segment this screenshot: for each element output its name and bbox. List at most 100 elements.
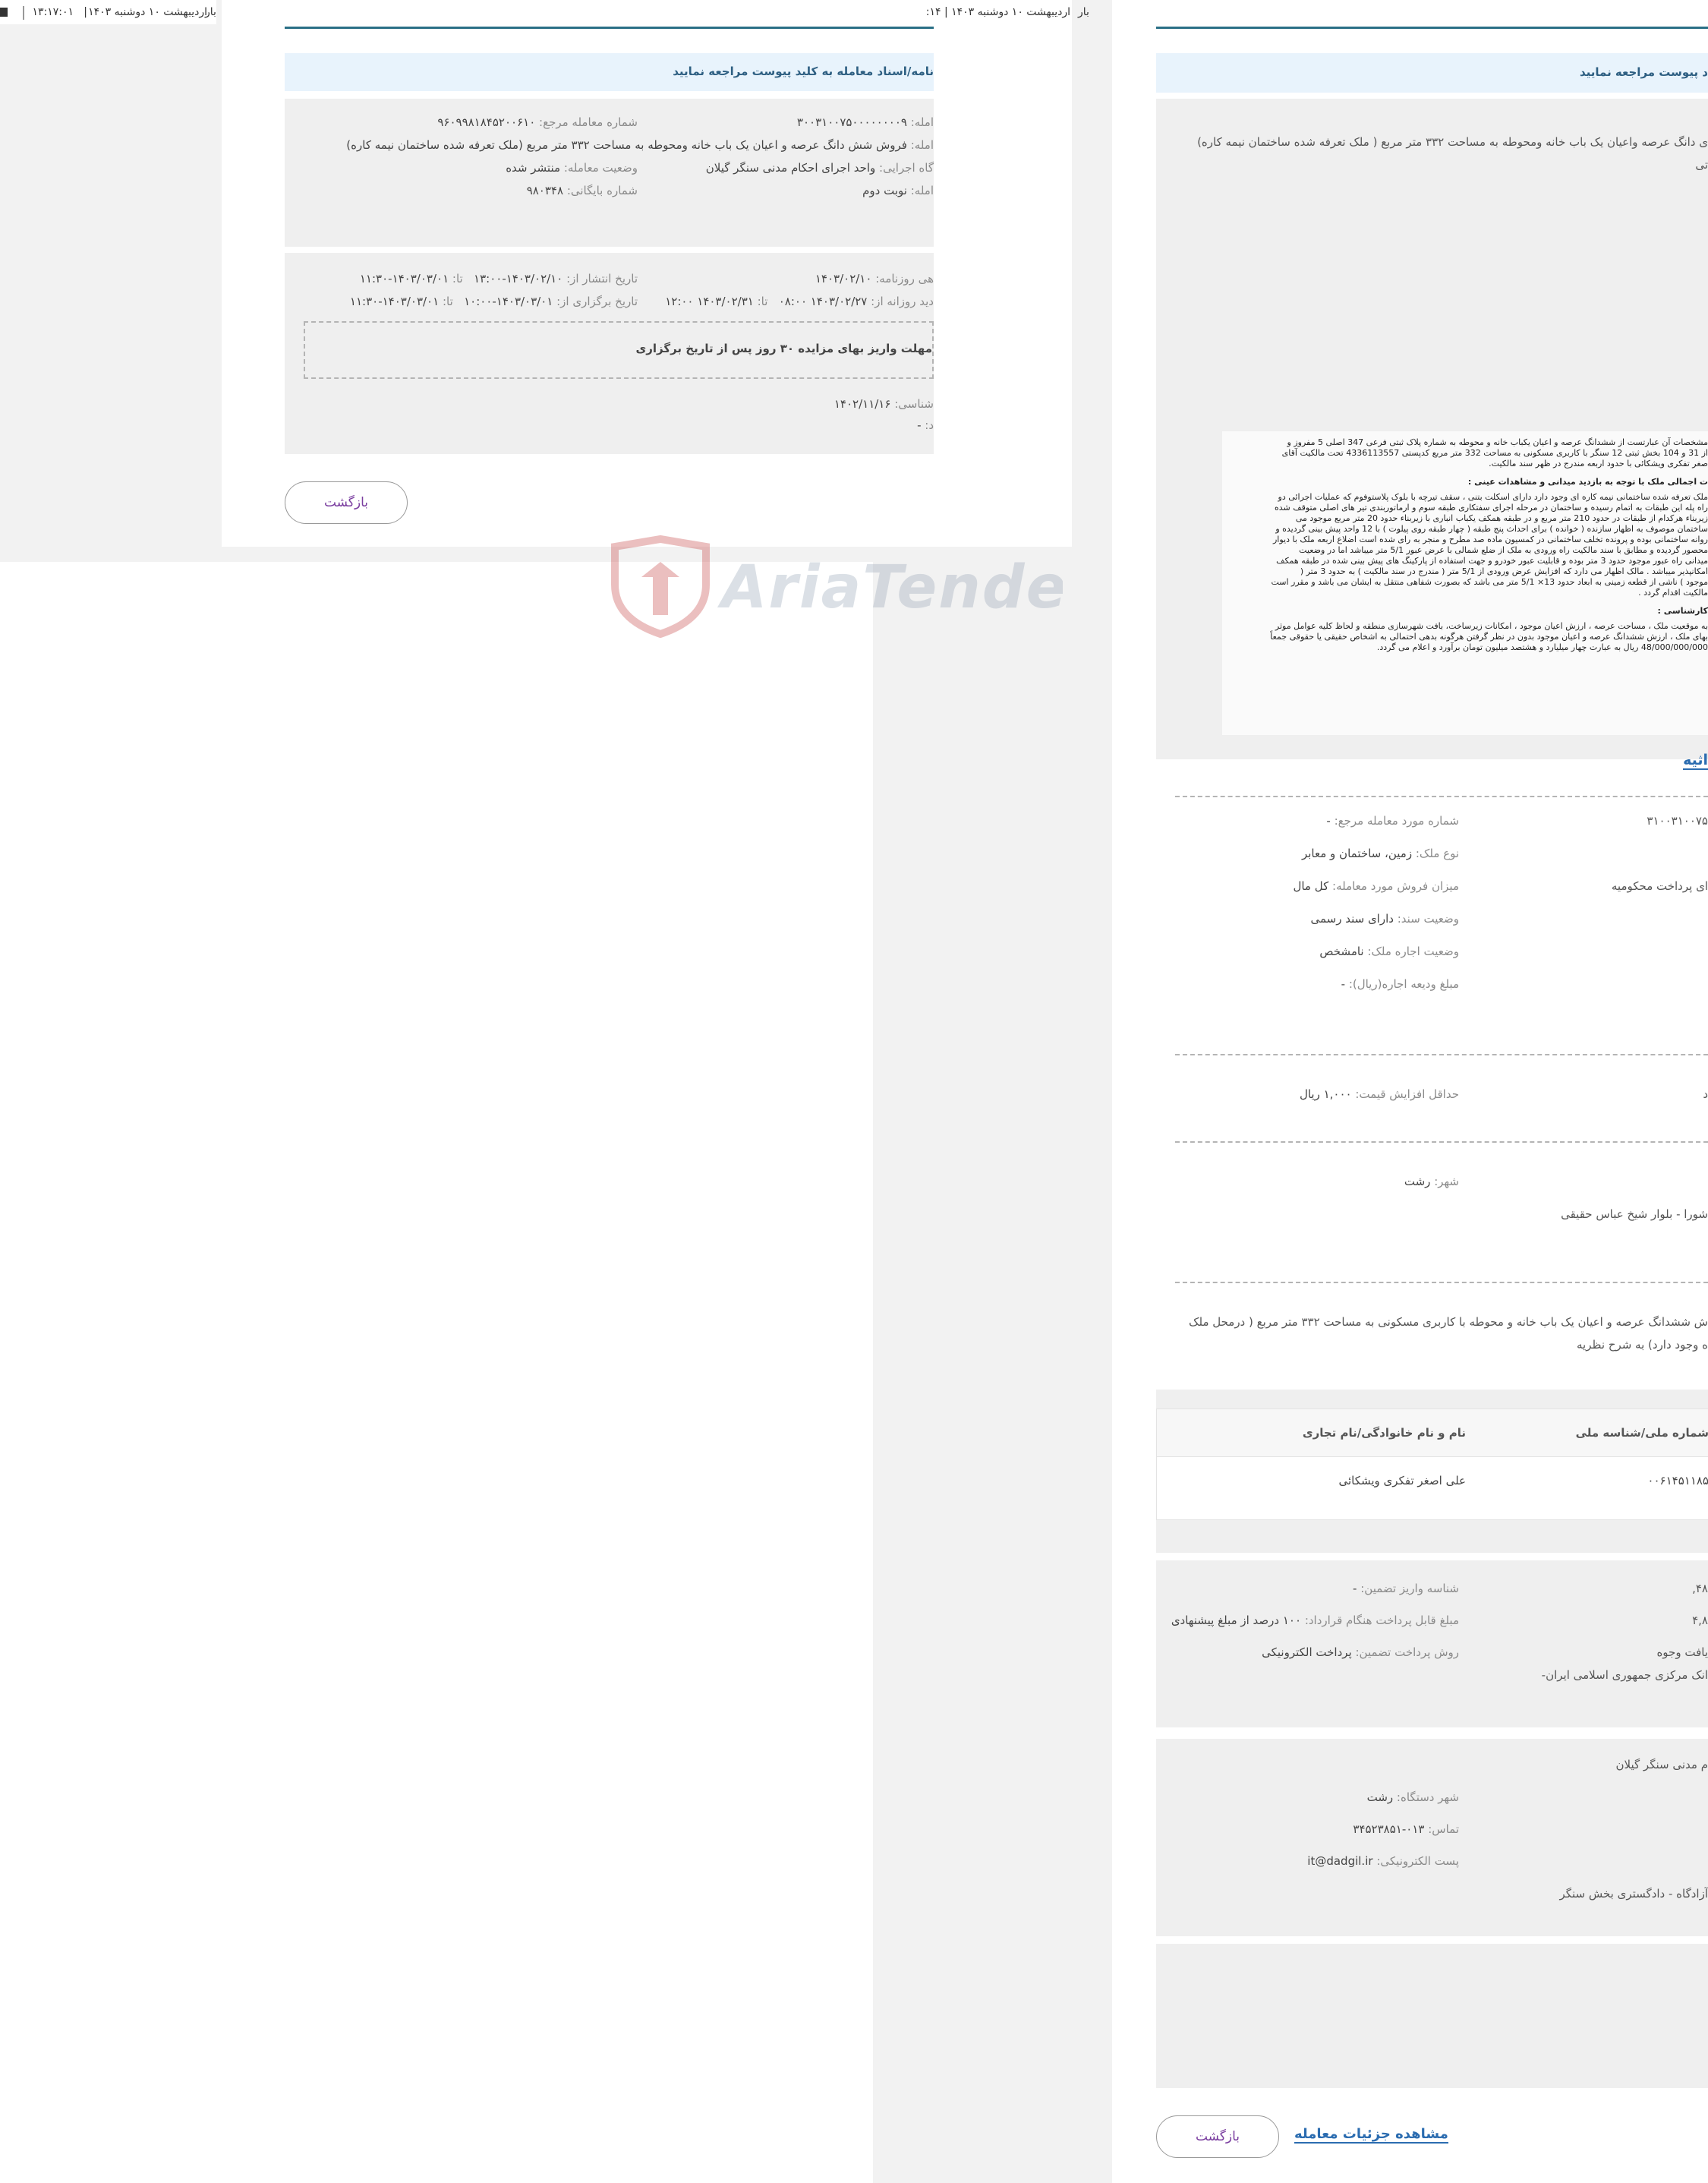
org-city: رشت	[1366, 1790, 1394, 1804]
subject: فروش شش دانگ عرصه و اعیان یک باب خانه وم…	[346, 138, 907, 152]
lease-status: نامشخص	[1319, 945, 1364, 958]
doc-line: موجود ) ناشی از قطعه زمینی به ابعاد حدود…	[1271, 577, 1708, 587]
contract-pay-label: مبلغ قابل پرداخت هنگام قرارداد:	[1304, 1614, 1459, 1627]
deal-number-partial: ۳۱۰۰۳۱۰۰۷۵	[1647, 814, 1708, 828]
method-label: روش پرداخت تضمین:	[1355, 1645, 1460, 1659]
amount2-partial: ۴,۸	[1692, 1614, 1708, 1627]
payment-partial: ای پرداخت محکومیه	[1611, 879, 1708, 893]
header2-time: ۱۴:	[925, 6, 941, 18]
owners-header: شماره ملی/شناسه ملی نام و نام خانوادگی/ن…	[1157, 1409, 1708, 1456]
holding-label: تاریخ برگزاری از:	[556, 295, 638, 308]
doc-line: زیربناء هرکدام از طبقات در حدود 210 متر …	[1295, 513, 1708, 523]
min-increase-label: حداقل افزایش قیمت:	[1355, 1087, 1459, 1101]
watermark-logo: AriaTender.neT	[611, 535, 1243, 639]
location-section: شهر: رشت شورا - بلوار شیخ عباس حقیقی	[1156, 1166, 1708, 1241]
notice-box: مهلت واریز بهای مزایده ۳۰ روز پس از تاری…	[304, 321, 934, 379]
receive-partial: یافت وجوه	[1656, 1645, 1708, 1659]
doc-line: ساختمان موصوف به اظهار سازنده ( خوانده )…	[1275, 524, 1708, 534]
city: رشت	[1404, 1175, 1431, 1188]
header2-sep: |	[944, 6, 948, 18]
property-type: زمین، ساختمان و معابر	[1301, 847, 1413, 860]
doc-line: امکانپذیر میباشد . مالک اظهار می دارد که…	[1300, 566, 1708, 576]
watermark: AriaTender.neT	[607, 532, 1243, 645]
divider	[1175, 1282, 1708, 1283]
publish-label: تاریخ انتشار از:	[566, 272, 638, 285]
doc-line: میدانی راه عبور موجود حدود 3 متر بوده و …	[1276, 556, 1708, 566]
city-label: شهر:	[1434, 1175, 1459, 1188]
owners-section: شماره ملی/شناسه ملی نام و نام خانوادگی/ن…	[1156, 1390, 1708, 1553]
expert-label: شناسی:	[894, 397, 934, 411]
price-section: د حداقل افزایش قیمت: ۱,۰۰۰ ریال	[1156, 1078, 1708, 1116]
subject-label: امله:	[910, 138, 934, 152]
organization-section: م مدنی سنگر گیلان شهر دستگاه: رشت تماس: …	[1156, 1739, 1708, 1936]
doc-line: 48/000/000/000 ریال به عبارت چهار میلیار…	[1376, 642, 1708, 652]
col-id: شماره ملی/شناسه ملی	[1575, 1426, 1708, 1440]
left-dates-box: هی روزنامه: ۱۴۰۳/۰۲/۱۰ تاریخ انتشار از: …	[285, 253, 934, 454]
min-increase: ۱,۰۰۰ ریال	[1299, 1087, 1352, 1101]
ref-number-label: شماره معامله مرجع:	[539, 115, 638, 129]
email: it@dadgil.ir	[1307, 1854, 1373, 1868]
ref-deal-label: شماره مورد معامله مرجع:	[1334, 814, 1459, 828]
divider	[1175, 1054, 1708, 1055]
exec-label: گاه اجرایی:	[879, 161, 934, 175]
header2-date: اردیبهشت ۱۰ دوشنبه ۱۴۰۳	[951, 6, 1070, 18]
specs-section: ۳۱۰۰۳۱۰۰۷۵ شماره مورد معامله مرجع: - نوع…	[1156, 805, 1708, 1033]
right-grey-strip	[873, 562, 1097, 2183]
doc-line: مشخصات آن عبارتست از ششدانگ عرصه و اعیان…	[1287, 437, 1708, 447]
home-icon[interactable]	[0, 8, 8, 17]
contract-pay: ۱۰۰ درصد از مبلغ پیشنهادی	[1171, 1614, 1302, 1627]
subject-line1: ی دانگ عرصه واعیان یک باب خانه ومحوطه به…	[1197, 135, 1708, 149]
left-back-button[interactable]: بازگشت	[285, 481, 408, 524]
view-details-link[interactable]: مشاهده جزئیات معامله	[1294, 2126, 1448, 2144]
extra-value: -	[917, 418, 922, 432]
guarantee-id-label: شناسه واریز تضمین:	[1360, 1582, 1459, 1595]
description-line2: ه وجود دارد) به شرح نظریه	[1577, 1338, 1708, 1352]
deed-status: دارای سند رسمی	[1310, 912, 1394, 926]
guarantee-id: -	[1353, 1582, 1357, 1595]
payment-method: پرداخت الکترونیکی	[1262, 1645, 1352, 1659]
newspaper-label: هی روزنامه:	[875, 272, 934, 285]
payment-section: ۴۸, شناسه واریز تضمین: - ۴,۸ مبلغ قابل پ…	[1156, 1560, 1708, 1727]
property-type-label: نوع ملک:	[1415, 847, 1459, 860]
header-sep: |	[84, 6, 87, 18]
owner-id: ۰۰۶۱۴۵۱۱۸۵	[1647, 1474, 1708, 1487]
newspaper-date: ۱۴۰۳/۰۲/۱۰	[815, 272, 872, 285]
archive: ۹۸۰۳۴۸	[526, 184, 564, 197]
doc-line: بهای ملک ، ارزش ششدانگ عرصه و اعیان موجو…	[1270, 632, 1708, 642]
visit-to: ۱۴۰۳/۰۲/۳۱ ۱۲:۰۰	[665, 295, 754, 308]
status: منتشر شده	[506, 161, 561, 175]
holding-from: ۱۴۰۳/۰۳/۰۱-۱۰:۰۰	[464, 295, 553, 308]
deposit-label: مبلغ ودیعه اجاره(ریال):	[1348, 977, 1459, 991]
doc-line: راه پله این طبقات به اتمام رسیده و ساختم…	[1274, 503, 1708, 513]
lease-label: وضعیت اجاره ملک:	[1367, 945, 1459, 958]
visit-to-label: تا:	[757, 295, 768, 308]
header2: اردیبهشت ۱۰ دوشنبه ۱۴۰۳ | ۱۴:	[881, 6, 1070, 18]
right-accent-line	[1156, 27, 1708, 29]
org-address-partial: آزادگاه - دادگستری بخش سنگر	[1559, 1887, 1708, 1901]
exec-unit: واحد اجرای احکام مدنی سنگر گیلان	[705, 161, 876, 175]
left-details-box: امله: ۳۰۰۳۱۰۰۷۵۰۰۰۰۰۰۰۰۹ شماره معامله مر…	[285, 99, 934, 247]
doc-line: محصور گردیده و مطابق با سند مالکیت راه و…	[1299, 545, 1708, 555]
col-name: نام و نام خانوادگی/نام تجاری	[1302, 1426, 1466, 1440]
watermark-text: AriaTender.neT	[717, 554, 1063, 622]
publish-from: ۱۴۰۳/۰۲/۱۰-۱۳:۰۰	[474, 272, 563, 285]
doc-heading: کارشناسی :	[1657, 606, 1708, 616]
divider	[1175, 1141, 1708, 1143]
header2-cutoff: بار	[1078, 6, 1089, 18]
subject-section: ی دانگ عرصه واعیان یک باب خانه ومحوطه به…	[1156, 99, 1708, 770]
right-info-text: د پیوست مراجعه نمایید	[1579, 65, 1708, 79]
price-partial: د	[1703, 1087, 1708, 1101]
deposit: -	[1341, 977, 1346, 991]
left-info-text: نامه/اسناد معامله به کلید پیوست مراجعه ن…	[673, 65, 934, 78]
deal-number: ۳۰۰۳۱۰۰۷۵۰۰۰۰۰۰۰۰۹	[796, 115, 907, 129]
empty-section	[1156, 1944, 1708, 2088]
doc-line: ملک تعرفه شده ساختمانی نیمه کاره ای وجود…	[1278, 492, 1708, 502]
visit-label: دید روزانه از:	[871, 295, 934, 308]
attachment-link[interactable]: اثیه	[1683, 752, 1708, 770]
doc-line: مالکیت اقدام گردد .	[1638, 588, 1708, 598]
right-back-button[interactable]: بازگشت	[1156, 2115, 1279, 2158]
address-partial: شورا - بلوار شیخ عباس حقیقی	[1561, 1207, 1708, 1221]
left-status-header: اردیبهشت ۱۰ دوشنبه ۱۴۰۳ | ۱۳:۱۷:۰۱	[0, 0, 216, 24]
round: نوبت دوم	[862, 184, 907, 197]
subject-line2: تی	[1695, 158, 1708, 172]
